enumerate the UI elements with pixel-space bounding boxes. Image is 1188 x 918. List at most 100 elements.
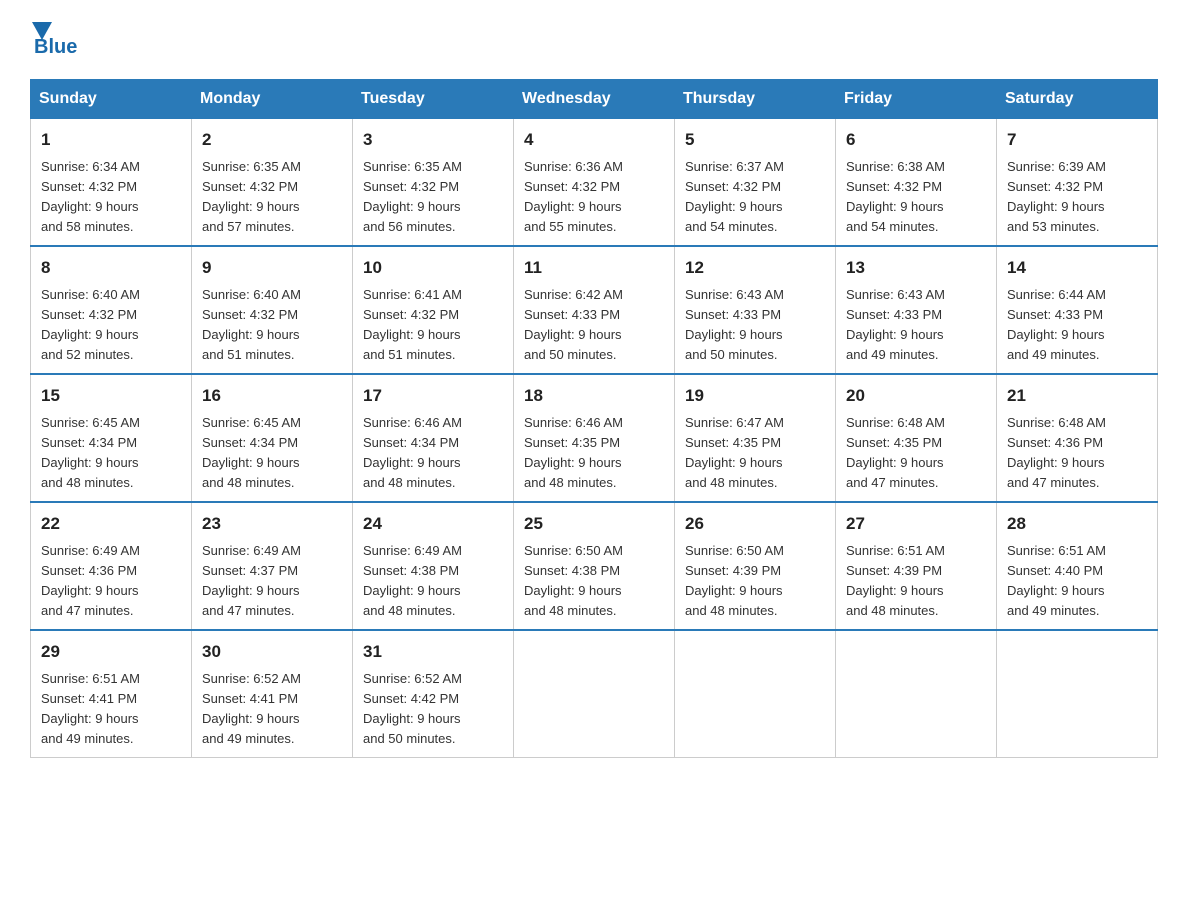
day-info: Sunrise: 6:46 AMSunset: 4:35 PMDaylight:… (524, 415, 623, 490)
day-number: 4 (524, 127, 664, 153)
calendar-week-row: 8 Sunrise: 6:40 AMSunset: 4:32 PMDayligh… (31, 246, 1158, 374)
calendar-cell: 23 Sunrise: 6:49 AMSunset: 4:37 PMDaylig… (192, 502, 353, 630)
calendar-cell (514, 630, 675, 758)
day-info: Sunrise: 6:36 AMSunset: 4:32 PMDaylight:… (524, 159, 623, 234)
day-info: Sunrise: 6:35 AMSunset: 4:32 PMDaylight:… (363, 159, 462, 234)
day-info: Sunrise: 6:49 AMSunset: 4:36 PMDaylight:… (41, 543, 140, 618)
day-number: 29 (41, 639, 181, 665)
calendar-cell (997, 630, 1158, 758)
calendar-cell: 6 Sunrise: 6:38 AMSunset: 4:32 PMDayligh… (836, 119, 997, 247)
calendar-cell: 9 Sunrise: 6:40 AMSunset: 4:32 PMDayligh… (192, 246, 353, 374)
day-number: 20 (846, 383, 986, 409)
day-info: Sunrise: 6:38 AMSunset: 4:32 PMDaylight:… (846, 159, 945, 234)
day-number: 7 (1007, 127, 1147, 153)
day-number: 2 (202, 127, 342, 153)
day-info: Sunrise: 6:46 AMSunset: 4:34 PMDaylight:… (363, 415, 462, 490)
calendar-cell: 29 Sunrise: 6:51 AMSunset: 4:41 PMDaylig… (31, 630, 192, 758)
calendar-cell: 24 Sunrise: 6:49 AMSunset: 4:38 PMDaylig… (353, 502, 514, 630)
calendar-cell: 11 Sunrise: 6:42 AMSunset: 4:33 PMDaylig… (514, 246, 675, 374)
day-info: Sunrise: 6:51 AMSunset: 4:39 PMDaylight:… (846, 543, 945, 618)
day-number: 8 (41, 255, 181, 281)
calendar-cell: 28 Sunrise: 6:51 AMSunset: 4:40 PMDaylig… (997, 502, 1158, 630)
day-info: Sunrise: 6:45 AMSunset: 4:34 PMDaylight:… (202, 415, 301, 490)
day-info: Sunrise: 6:42 AMSunset: 4:33 PMDaylight:… (524, 287, 623, 362)
calendar-cell: 10 Sunrise: 6:41 AMSunset: 4:32 PMDaylig… (353, 246, 514, 374)
day-info: Sunrise: 6:52 AMSunset: 4:41 PMDaylight:… (202, 671, 301, 746)
day-number: 31 (363, 639, 503, 665)
day-info: Sunrise: 6:50 AMSunset: 4:39 PMDaylight:… (685, 543, 784, 618)
day-number: 11 (524, 255, 664, 281)
calendar-cell: 25 Sunrise: 6:50 AMSunset: 4:38 PMDaylig… (514, 502, 675, 630)
logo: Blue (30, 20, 77, 59)
day-number: 19 (685, 383, 825, 409)
calendar-cell: 13 Sunrise: 6:43 AMSunset: 4:33 PMDaylig… (836, 246, 997, 374)
day-info: Sunrise: 6:48 AMSunset: 4:36 PMDaylight:… (1007, 415, 1106, 490)
calendar-cell: 17 Sunrise: 6:46 AMSunset: 4:34 PMDaylig… (353, 374, 514, 502)
day-number: 6 (846, 127, 986, 153)
calendar-cell: 30 Sunrise: 6:52 AMSunset: 4:41 PMDaylig… (192, 630, 353, 758)
day-number: 15 (41, 383, 181, 409)
weekday-header-thursday: Thursday (675, 80, 836, 119)
day-number: 22 (41, 511, 181, 537)
day-info: Sunrise: 6:43 AMSunset: 4:33 PMDaylight:… (846, 287, 945, 362)
day-number: 27 (846, 511, 986, 537)
weekday-header-saturday: Saturday (997, 80, 1158, 119)
calendar-cell: 2 Sunrise: 6:35 AMSunset: 4:32 PMDayligh… (192, 119, 353, 247)
day-info: Sunrise: 6:52 AMSunset: 4:42 PMDaylight:… (363, 671, 462, 746)
day-info: Sunrise: 6:40 AMSunset: 4:32 PMDaylight:… (41, 287, 140, 362)
day-info: Sunrise: 6:50 AMSunset: 4:38 PMDaylight:… (524, 543, 623, 618)
calendar-cell: 1 Sunrise: 6:34 AMSunset: 4:32 PMDayligh… (31, 119, 192, 247)
calendar-week-row: 29 Sunrise: 6:51 AMSunset: 4:41 PMDaylig… (31, 630, 1158, 758)
day-number: 5 (685, 127, 825, 153)
day-number: 3 (363, 127, 503, 153)
day-number: 9 (202, 255, 342, 281)
day-info: Sunrise: 6:44 AMSunset: 4:33 PMDaylight:… (1007, 287, 1106, 362)
day-info: Sunrise: 6:47 AMSunset: 4:35 PMDaylight:… (685, 415, 784, 490)
day-number: 21 (1007, 383, 1147, 409)
day-number: 10 (363, 255, 503, 281)
day-info: Sunrise: 6:48 AMSunset: 4:35 PMDaylight:… (846, 415, 945, 490)
calendar-week-row: 15 Sunrise: 6:45 AMSunset: 4:34 PMDaylig… (31, 374, 1158, 502)
logo-subtitle: Blue (34, 36, 77, 59)
day-info: Sunrise: 6:40 AMSunset: 4:32 PMDaylight:… (202, 287, 301, 362)
calendar-week-row: 22 Sunrise: 6:49 AMSunset: 4:36 PMDaylig… (31, 502, 1158, 630)
day-info: Sunrise: 6:51 AMSunset: 4:40 PMDaylight:… (1007, 543, 1106, 618)
weekday-header-friday: Friday (836, 80, 997, 119)
day-number: 18 (524, 383, 664, 409)
day-info: Sunrise: 6:49 AMSunset: 4:38 PMDaylight:… (363, 543, 462, 618)
page-header: Blue (30, 20, 1158, 59)
day-number: 14 (1007, 255, 1147, 281)
day-number: 16 (202, 383, 342, 409)
day-number: 13 (846, 255, 986, 281)
calendar-cell: 19 Sunrise: 6:47 AMSunset: 4:35 PMDaylig… (675, 374, 836, 502)
calendar-cell: 15 Sunrise: 6:45 AMSunset: 4:34 PMDaylig… (31, 374, 192, 502)
day-info: Sunrise: 6:51 AMSunset: 4:41 PMDaylight:… (41, 671, 140, 746)
weekday-header-wednesday: Wednesday (514, 80, 675, 119)
day-number: 30 (202, 639, 342, 665)
calendar-week-row: 1 Sunrise: 6:34 AMSunset: 4:32 PMDayligh… (31, 119, 1158, 247)
calendar-cell: 14 Sunrise: 6:44 AMSunset: 4:33 PMDaylig… (997, 246, 1158, 374)
calendar-cell: 3 Sunrise: 6:35 AMSunset: 4:32 PMDayligh… (353, 119, 514, 247)
calendar-cell: 31 Sunrise: 6:52 AMSunset: 4:42 PMDaylig… (353, 630, 514, 758)
calendar-cell: 4 Sunrise: 6:36 AMSunset: 4:32 PMDayligh… (514, 119, 675, 247)
calendar-cell: 5 Sunrise: 6:37 AMSunset: 4:32 PMDayligh… (675, 119, 836, 247)
calendar-cell: 22 Sunrise: 6:49 AMSunset: 4:36 PMDaylig… (31, 502, 192, 630)
day-number: 24 (363, 511, 503, 537)
day-number: 25 (524, 511, 664, 537)
day-info: Sunrise: 6:39 AMSunset: 4:32 PMDaylight:… (1007, 159, 1106, 234)
calendar-cell: 26 Sunrise: 6:50 AMSunset: 4:39 PMDaylig… (675, 502, 836, 630)
calendar-cell (675, 630, 836, 758)
day-number: 1 (41, 127, 181, 153)
calendar-cell: 21 Sunrise: 6:48 AMSunset: 4:36 PMDaylig… (997, 374, 1158, 502)
weekday-header-sunday: Sunday (31, 80, 192, 119)
day-number: 23 (202, 511, 342, 537)
calendar-table: SundayMondayTuesdayWednesdayThursdayFrid… (30, 79, 1158, 758)
calendar-cell: 27 Sunrise: 6:51 AMSunset: 4:39 PMDaylig… (836, 502, 997, 630)
calendar-cell: 12 Sunrise: 6:43 AMSunset: 4:33 PMDaylig… (675, 246, 836, 374)
day-info: Sunrise: 6:35 AMSunset: 4:32 PMDaylight:… (202, 159, 301, 234)
calendar-cell: 8 Sunrise: 6:40 AMSunset: 4:32 PMDayligh… (31, 246, 192, 374)
calendar-cell: 20 Sunrise: 6:48 AMSunset: 4:35 PMDaylig… (836, 374, 997, 502)
day-info: Sunrise: 6:43 AMSunset: 4:33 PMDaylight:… (685, 287, 784, 362)
day-number: 26 (685, 511, 825, 537)
calendar-header-row: SundayMondayTuesdayWednesdayThursdayFrid… (31, 80, 1158, 119)
